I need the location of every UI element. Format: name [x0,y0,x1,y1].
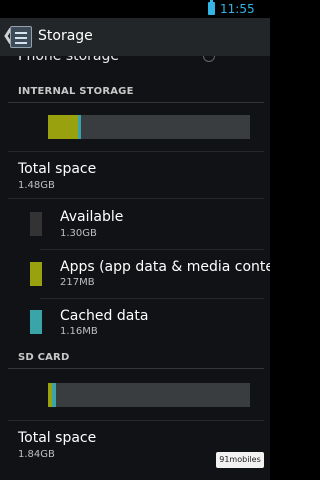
section-divider [8,102,264,103]
apps-title: Apps (app data & media conte [60,259,270,275]
cached-title: Cached data [60,308,149,324]
watermark-logo: 91mobiles [216,452,264,468]
divider [40,249,264,250]
phone-storage-label[interactable]: Phone storage [18,56,119,64]
cached-swatch [30,310,42,334]
sdcard-total-value: 1.84GB [18,449,55,460]
settings-sliders-icon[interactable] [10,26,32,48]
section-header-internal: INTERNAL STORAGE [18,86,134,97]
section-divider [8,368,264,369]
divider [8,151,264,152]
storage-list[interactable]: Phone storage INTERNAL STORAGE Total spa… [0,56,270,480]
divider [8,198,264,199]
internal-total-value: 1.48GB [18,180,55,191]
internal-total-title: Total space [18,161,97,177]
sdcard-total-title: Total space [18,430,97,446]
available-value: 1.30GB [60,228,97,239]
sdcard-bar-cached-segment [52,383,57,407]
battery-icon [208,0,215,15]
status-bar: 11:55 AM [0,0,270,30]
apps-value: 217MB [60,277,95,288]
sdcard-storage-bar [48,383,250,407]
available-swatch [30,212,42,236]
cached-value: 1.16MB [60,326,98,337]
action-bar: ❮ Storage [0,18,270,56]
divider [40,298,264,299]
available-title: Available [60,209,124,225]
internal-bar-cached-segment [77,115,82,139]
internal-storage-bar [48,115,250,139]
apps-swatch [30,262,42,286]
divider [8,420,264,421]
internal-bar-apps-segment [48,115,78,139]
page-title: Storage [38,28,93,44]
phone-storage-radio[interactable] [203,56,215,62]
section-header-sdcard: SD CARD [18,352,70,363]
